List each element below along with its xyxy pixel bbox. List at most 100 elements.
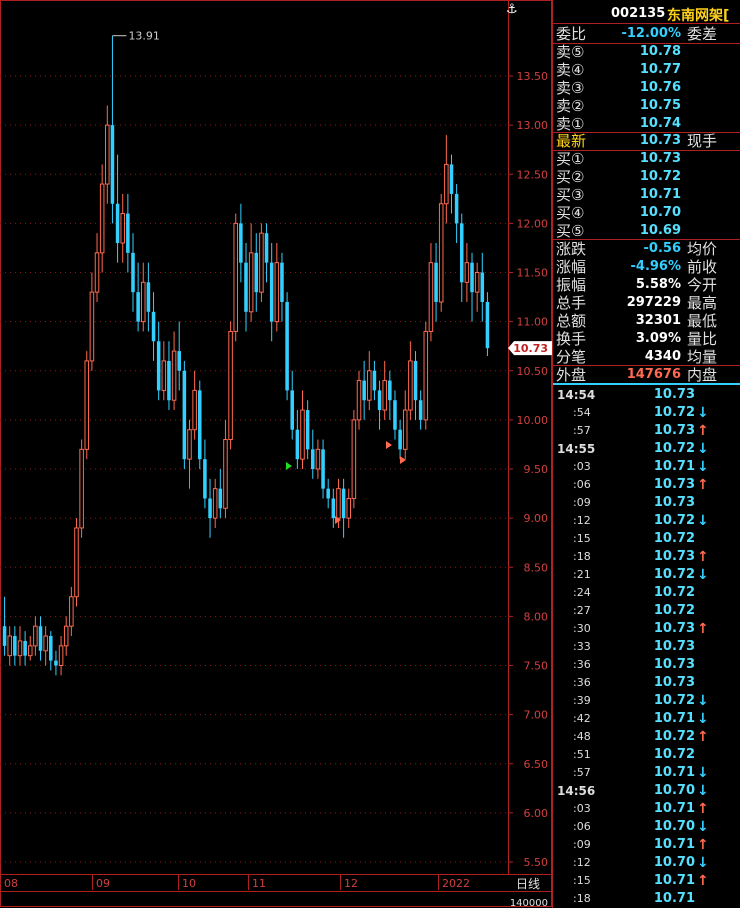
stat-row-0-label: 涨跌: [556, 240, 587, 258]
stat-row-1: 涨幅 -4.96% 前收: [553, 258, 740, 276]
candle-body: [382, 380, 387, 411]
buy-row-2: 买② 10.72: [553, 168, 740, 186]
latest-row-label: 最新: [556, 132, 587, 150]
weibi-row-label: 委比: [556, 25, 587, 43]
tick-row: 14:54 10.73: [553, 386, 740, 404]
stat-row-2-value: 5.58%: [635, 277, 681, 292]
x-tick-label: 12: [344, 877, 358, 890]
kline-svg[interactable]: 13.50 13.00 12.50 12.00 11.50 11.00 10.50 10.00…: [0, 0, 552, 908]
candle-body: [274, 262, 280, 323]
tick-row: :57 10.71 ↓: [553, 764, 740, 782]
tick-time: :57: [573, 766, 591, 779]
candle-body: [239, 223, 243, 263]
tick-price: 10.73: [653, 423, 695, 438]
sell-row-4: 卖④ 10.77: [553, 61, 740, 79]
candle-body: [58, 645, 64, 666]
tick-time: :39: [573, 694, 591, 707]
stat-row-1-label: 涨幅: [556, 258, 587, 276]
tick-row: :12 10.72 ↓: [553, 512, 740, 530]
x-tick-label: 08: [4, 877, 18, 890]
tick-row: :57 10.73 ↑: [553, 422, 740, 440]
tick-time: :42: [573, 712, 591, 725]
buy-row-1-value: 10.73: [639, 151, 681, 166]
candle-body: [2, 626, 7, 646]
arrow-down-icon: ↓: [697, 855, 709, 871]
tick-price: 10.72: [653, 441, 695, 456]
stat-row-6: 分笔 4340 均量: [553, 348, 740, 366]
arrow-down-icon: ↓: [697, 513, 709, 529]
sell-row-2-label: 卖②: [556, 97, 585, 115]
sell-row-5: 卖⑤ 10.78: [553, 43, 740, 61]
candle-body: [418, 400, 423, 420]
arrow-up-icon: ↑: [697, 801, 709, 817]
candle-body: [233, 222, 238, 332]
tick-row: :36 10.73: [553, 674, 740, 692]
anchor-icon[interactable]: ⚓: [506, 2, 518, 17]
candle-body: [300, 409, 305, 460]
arrow-up-icon: ↑: [697, 549, 709, 565]
stat-row-2-label2: 今开: [687, 276, 718, 294]
tick-time: :27: [573, 604, 591, 617]
stat-row-5-value: 3.09%: [635, 331, 681, 346]
buy-row-5-label: 买⑤: [556, 222, 585, 240]
outer-row-value: 147676: [626, 367, 681, 382]
candle-body: [305, 410, 310, 450]
arrow-down-icon: ↓: [697, 765, 709, 781]
tick-row: :09 10.71 ↑: [553, 836, 740, 854]
tick-time: 14:56: [557, 784, 596, 798]
tick-price: 10.71: [653, 765, 695, 780]
tick-row: :39 10.72 ↓: [553, 692, 740, 710]
candle-body: [177, 351, 181, 371]
candle-body: [444, 163, 449, 205]
outer-row-label: 外盘: [556, 366, 587, 384]
arrow-up-icon: ↑: [697, 477, 709, 493]
candle-body: [480, 272, 485, 302]
candle-body: [321, 449, 325, 489]
tick-price: 10.73: [653, 549, 695, 564]
tick-price: 10.72: [653, 603, 695, 618]
x-tick-label: 2022: [442, 877, 470, 890]
tick-price: 10.72: [653, 567, 695, 582]
stat-row-4-value: 32301: [635, 313, 681, 328]
candle-body: [290, 390, 294, 430]
candle-body: [151, 311, 156, 342]
tick-price: 10.71: [653, 891, 695, 906]
current-price-label: 10.73: [513, 342, 548, 355]
stat-row-3-label2: 最高: [687, 294, 718, 312]
tick-price: 10.73: [653, 477, 695, 492]
x-tick-label: 10: [182, 877, 196, 890]
y-tick-label: 8.50: [524, 561, 549, 574]
candle-body: [17, 640, 23, 657]
sell-row-2: 卖② 10.75: [553, 97, 740, 115]
candle-body: [454, 193, 459, 224]
arrow-down-icon: ↓: [697, 459, 709, 475]
candle-body: [223, 439, 228, 509]
tick-time: :24: [573, 586, 591, 599]
y-tick-label: 12.00: [517, 217, 549, 230]
arrow-down-icon: ↓: [697, 693, 709, 709]
separator: [553, 23, 740, 24]
high-label: 13.91: [128, 30, 160, 43]
stock-code: 002135: [611, 6, 666, 21]
stock-name: 东南网架[: [667, 8, 730, 24]
arrow-down-icon: ↓: [697, 819, 709, 835]
candle-body: [208, 498, 212, 519]
buy-row-4-label: 买④: [556, 204, 585, 222]
candle-body: [23, 640, 27, 656]
candle-body: [315, 448, 321, 470]
volume-axis-label: 140000: [510, 898, 548, 908]
candle-body: [434, 262, 438, 302]
kline-chart[interactable]: 13.50 13.00 12.50 12.00 11.50 11.00 10.50 10.00…: [0, 0, 552, 908]
tick-row: :42 10.71 ↓: [553, 710, 740, 728]
y-tick-label: 8.00: [524, 610, 549, 623]
tick-row: :33 10.73: [553, 638, 740, 656]
candle-body: [192, 389, 197, 431]
stat-row-6-label2: 均量: [687, 348, 718, 366]
candle-body: [244, 262, 248, 312]
signal-marker-icon: [286, 462, 292, 470]
candle-body: [428, 262, 434, 332]
candle-body: [259, 232, 264, 293]
candle-body: [408, 360, 413, 411]
candle-body: [218, 488, 223, 509]
stat-row-4-label: 总额: [556, 312, 587, 330]
